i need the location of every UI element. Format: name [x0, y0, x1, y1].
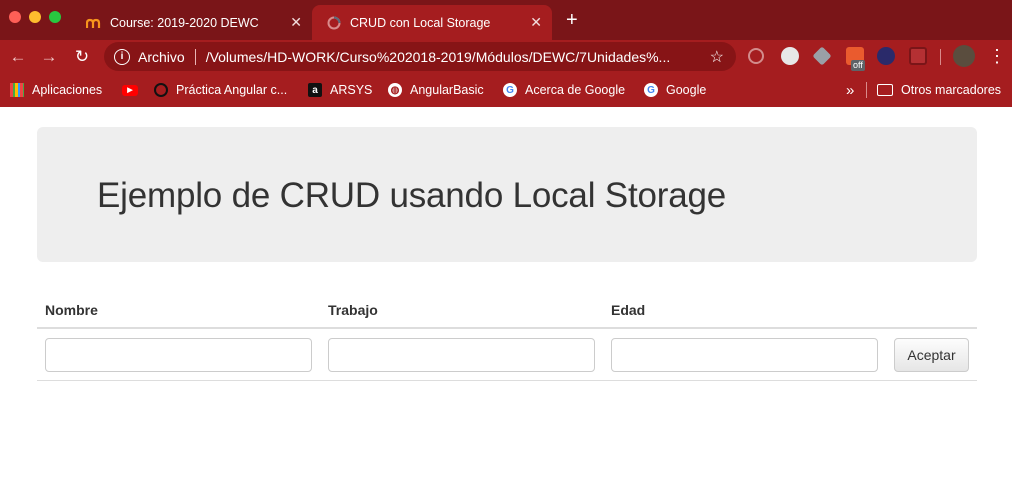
- header-jumbotron: Ejemplo de CRUD usando Local Storage: [37, 127, 977, 262]
- avatar[interactable]: [953, 45, 975, 67]
- bookmark-arsys[interactable]: a ARSYS: [308, 81, 372, 99]
- extension-off-badge: off: [851, 60, 865, 71]
- menu-kebab-icon[interactable]: ⋮: [988, 45, 1006, 67]
- browser-toolbar: ← → ↻ i Archivo /Volumes/HD-WORK/Curso%2…: [0, 40, 1012, 73]
- folder-icon: [877, 84, 893, 96]
- info-icon[interactable]: i: [114, 48, 130, 65]
- bookmark-label: Google: [666, 83, 707, 97]
- reload-icon[interactable]: ↻: [71, 46, 93, 68]
- back-arrow-icon[interactable]: ←: [7, 46, 29, 68]
- table-header: Nombre Trabajo Edad: [37, 297, 977, 329]
- bookmarks-bar: Aplicaciones ▶ Práctica Angular c... a A…: [0, 73, 1012, 107]
- bookmark-label: Práctica Angular c...: [176, 83, 288, 97]
- bookmark-label: ARSYS: [330, 83, 373, 97]
- scheme-label: Archivo: [138, 48, 185, 65]
- crud-table: Nombre Trabajo Edad Aceptar: [37, 297, 977, 381]
- minimize-window-button[interactable]: [29, 11, 41, 23]
- bookmark-logo-icon: [154, 83, 168, 97]
- extension-crown-icon[interactable]: [877, 47, 895, 65]
- tab-title: Course: 2019-2020 DEWC: [110, 15, 259, 30]
- bookmark-label: Acerca de Google: [525, 83, 626, 97]
- apps-grid-icon: [10, 83, 24, 97]
- divider: [866, 82, 867, 98]
- close-tab-icon[interactable]: ✕: [290, 14, 302, 30]
- bookmark-youtube[interactable]: ▶: [122, 81, 146, 99]
- extension-circle-icon[interactable]: [781, 47, 799, 65]
- bookmark-practica-angular[interactable]: Práctica Angular c...: [154, 81, 287, 99]
- google-icon: G: [503, 83, 517, 97]
- bookmark-google[interactable]: G Google: [644, 81, 706, 99]
- close-tab-icon[interactable]: ✕: [530, 14, 542, 30]
- tab-title: CRUD con Local Storage: [350, 15, 491, 30]
- divider: [194, 48, 196, 65]
- table-row: Aceptar: [37, 329, 977, 381]
- browser-chrome: Course: 2019-2020 DEWC ✕ CRUD con Local …: [0, 0, 1012, 107]
- bookmark-label: Aplicaciones: [32, 83, 103, 97]
- loading-spinner-icon: [326, 15, 342, 31]
- close-window-button[interactable]: [9, 11, 21, 23]
- bookmark-otros-marcadores[interactable]: Otros marcadores: [877, 81, 1001, 99]
- page-content: Ejemplo de CRUD usando Local Storage Nom…: [0, 107, 1012, 493]
- aceptar-button[interactable]: Aceptar: [894, 338, 969, 372]
- window-controls: [9, 11, 61, 23]
- tab-crud-active[interactable]: CRUD con Local Storage ✕: [312, 5, 552, 40]
- bookmark-label: Otros marcadores: [901, 83, 1002, 97]
- new-tab-icon[interactable]: +: [566, 9, 578, 31]
- trabajo-input[interactable]: [328, 338, 595, 372]
- extension-layers-icon[interactable]: [812, 46, 832, 66]
- bookmark-acerca-de-google[interactable]: G Acerca de Google: [503, 81, 625, 99]
- bookmark-angularbasic[interactable]: ◍ AngularBasic: [388, 81, 484, 99]
- forward-arrow-icon[interactable]: →: [38, 46, 60, 68]
- column-header-trabajo: Trabajo: [328, 302, 378, 318]
- tab-strip: Course: 2019-2020 DEWC ✕ CRUD con Local …: [0, 0, 1012, 40]
- address-bar[interactable]: i Archivo /Volumes/HD-WORK/Curso%202018-…: [104, 42, 736, 71]
- youtube-icon: ▶: [122, 84, 138, 96]
- extension-recycle-icon[interactable]: [748, 48, 764, 64]
- edad-input[interactable]: [611, 338, 878, 372]
- maximize-window-button[interactable]: [49, 11, 61, 23]
- bookmark-aplicaciones[interactable]: Aplicaciones: [10, 81, 102, 99]
- divider: [940, 49, 941, 65]
- page-title: Ejemplo de CRUD usando Local Storage: [97, 176, 726, 215]
- column-header-edad: Edad: [611, 302, 646, 318]
- column-header-nombre: Nombre: [45, 302, 98, 318]
- star-icon[interactable]: ☆: [710, 47, 724, 67]
- extension-squares-icon[interactable]: [909, 47, 927, 65]
- url-text: /Volumes/HD-WORK/Curso%202018-2019/Módul…: [205, 48, 671, 65]
- bookmark-label: AngularBasic: [410, 83, 484, 97]
- arsys-icon: a: [308, 83, 322, 97]
- bookmarks-overflow-button[interactable]: »: [846, 81, 854, 99]
- tab-course[interactable]: Course: 2019-2020 DEWC ✕: [72, 5, 312, 40]
- nombre-input[interactable]: [45, 338, 312, 372]
- moodle-icon: [86, 15, 102, 31]
- google-icon: G: [644, 83, 658, 97]
- globe-icon: ◍: [388, 83, 402, 97]
